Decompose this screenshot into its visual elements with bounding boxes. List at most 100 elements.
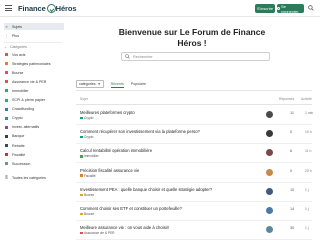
topic-activity-time[interactable]: 1 j	[305, 226, 309, 230]
sidebar-category-item[interactable]: Stratégies patrimoniales	[4, 60, 64, 67]
topic-list-header: Sujet Réponses Activité	[76, 96, 312, 103]
sidebar-category-item[interactable]: Vos avis	[4, 51, 64, 58]
category-color-swatch	[5, 162, 8, 166]
topic-category-label: Bourse	[84, 192, 95, 197]
category-color-swatch	[5, 134, 8, 138]
topic-row[interactable]: Meilleure assurance vie : on vous aide à…	[76, 221, 312, 240]
topic-row[interactable]: Comment choisir ses ETF et constituer un…	[76, 202, 312, 221]
dropdown-label: catégories	[79, 82, 96, 86]
sidebar-category-label: Banque	[12, 134, 25, 139]
topic-row[interactable]: Calcul rentabilité opération immobilière…	[76, 144, 312, 164]
sidebar-category-item[interactable]: Succession	[4, 160, 64, 167]
vertical-dots-icon: ⋮	[4, 33, 9, 38]
topic-replies-count: 0	[290, 168, 293, 173]
topic-category-label: Crypto	[84, 116, 94, 120]
topic-activity-time[interactable]: 1 j	[305, 207, 309, 211]
topic-row[interactable]: Meilleures plateformes crypto Crypto 11 1 m…	[76, 106, 313, 125]
topic-category-badge[interactable]: Immobilier	[80, 154, 99, 158]
avatar[interactable]	[266, 187, 273, 195]
sidebar-item-all-categories[interactable]: ≣ Toutes les catégories	[4, 174, 64, 181]
topic-activity-time[interactable]: 20 h	[305, 169, 312, 173]
topic-category-badge[interactable]: Crypto	[80, 116, 93, 120]
sidebar-category-item[interactable]: Banque	[4, 133, 64, 140]
welcome-banner-title: Bienvenue sur Le Forum de Finance Héros …	[118, 27, 266, 48]
sidebar-category-item[interactable]: Assurance vie & PER	[4, 78, 64, 85]
search-icon[interactable]	[308, 5, 314, 11]
topic-category-badge[interactable]: Bourse	[80, 193, 94, 197]
main-content: Bienvenue sur Le Forum de Finance Héros …	[66, 18, 320, 240]
sidebar-category-item[interactable]: Fiscalité	[4, 151, 64, 158]
sidebar-category-label: SCPI & pierre papier	[12, 98, 45, 102]
logo-text: Finance	[18, 4, 46, 13]
category-color-swatch	[80, 212, 83, 216]
sidebar-category-item[interactable]: SCPI & pierre papier	[4, 97, 64, 104]
topic-activity-time[interactable]: 10 h	[305, 130, 312, 134]
topic-category-badge[interactable]: Assurance vie & PER	[80, 231, 114, 235]
topic-title-link[interactable]: Investissement PEA : quelle banque chois…	[80, 187, 212, 192]
login-button[interactable]: Se connecter	[277, 3, 304, 14]
column-activity: Activité	[301, 97, 312, 101]
sidebar-category-item[interactable]: Invest. alternatifs	[4, 124, 64, 131]
sidebar-category-item[interactable]: Crypto	[4, 115, 64, 122]
topic-category-label: Crypto	[84, 135, 94, 140]
category-color-swatch	[5, 71, 8, 75]
topic-activity-time[interactable]: 1 j	[305, 188, 309, 192]
topic-title-link[interactable]: Précision fiscalité assurance vie	[80, 168, 139, 173]
topic-row[interactable]: Comment récupérer son investissement via…	[76, 125, 312, 145]
topic-category-badge[interactable]: Crypto	[80, 135, 93, 139]
topic-replies-count: 30	[290, 226, 295, 231]
sidebar-category-item[interactable]: Crowdfunding	[4, 106, 64, 113]
sidebar-item-label: Plus	[12, 33, 19, 38]
sidebar-category-label: Stratégies patrimoniales	[12, 61, 51, 66]
category-color-swatch	[80, 231, 83, 235]
topic-title-link[interactable]: Comment choisir ses ETF et constituer un…	[80, 206, 182, 211]
topic-activity-time[interactable]: 1 min	[305, 111, 313, 115]
sidebar-category-item[interactable]: Retraite	[4, 142, 64, 149]
topic-title-link[interactable]: Meilleures plateformes crypto	[80, 110, 135, 115]
topic-title-link[interactable]: Meilleure assurance vie : on vous aide à…	[80, 225, 169, 230]
tab-recent[interactable]: Récents	[110, 80, 124, 88]
avatar[interactable]	[266, 130, 273, 138]
sidebar-category-item[interactable]: Bourse	[4, 69, 64, 76]
sidebar-item-topics[interactable]: ≡ Sujets	[4, 23, 64, 30]
sidebar-item-label: Sujets	[12, 24, 22, 29]
chevron-down-icon: ⌄	[4, 45, 7, 49]
topic-title-link[interactable]: Comment récupérer son investissement via…	[80, 129, 200, 134]
sidebar-category-item[interactable]: Immobilier	[4, 87, 64, 94]
avatar[interactable]	[266, 149, 273, 157]
search-input[interactable]: Rechercher	[121, 52, 270, 61]
categories-header[interactable]: ⌄ Catégories	[4, 45, 27, 49]
avatar[interactable]	[266, 226, 273, 234]
sidebar-category-label: Invest. alternatifs	[12, 125, 40, 130]
category-color-swatch	[5, 89, 8, 93]
sidebar-item-more[interactable]: ⋮ Plus	[4, 32, 64, 39]
topic-row[interactable]: Précision fiscalité assurance vie Fiscali…	[76, 164, 312, 183]
category-color-swatch	[80, 155, 83, 158]
topic-activity-time[interactable]: 11 h	[305, 149, 311, 153]
category-color-swatch	[80, 135, 83, 139]
search-icon	[125, 54, 130, 59]
tab-popular[interactable]: Populaire	[131, 80, 146, 88]
sidebar-divider	[4, 42, 62, 43]
column-topic: Sujet	[80, 97, 88, 101]
login-label: Se connecter	[280, 3, 299, 14]
category-color-swatch	[5, 116, 8, 120]
top-header: Finance Héros S'inscrire Se connecter	[0, 0, 320, 17]
avatar[interactable]	[266, 207, 273, 214]
site-logo[interactable]: Finance Héros	[18, 3, 77, 14]
layers-icon: ≡	[5, 24, 8, 29]
topic-category-badge[interactable]: Fiscalité	[80, 174, 96, 178]
hamburger-menu-icon[interactable]	[5, 5, 12, 11]
signup-button[interactable]: S'inscrire	[255, 4, 275, 13]
topic-category-badge[interactable]: Bourse	[80, 212, 94, 216]
avatar[interactable]	[266, 111, 273, 118]
topic-row[interactable]: Investissement PEA : quelle banque chois…	[76, 183, 312, 202]
avatar[interactable]	[266, 168, 273, 176]
column-replies: Réponses	[279, 97, 295, 101]
category-color-swatch	[80, 116, 83, 120]
category-color-swatch	[5, 153, 8, 157]
topic-title-link[interactable]: Calcul rentabilité opération immobilière	[80, 148, 152, 153]
categories-dropdown[interactable]: catégories ▼	[76, 80, 104, 88]
sidebar-category-label: Retraite	[12, 143, 25, 148]
user-icon	[277, 7, 280, 10]
